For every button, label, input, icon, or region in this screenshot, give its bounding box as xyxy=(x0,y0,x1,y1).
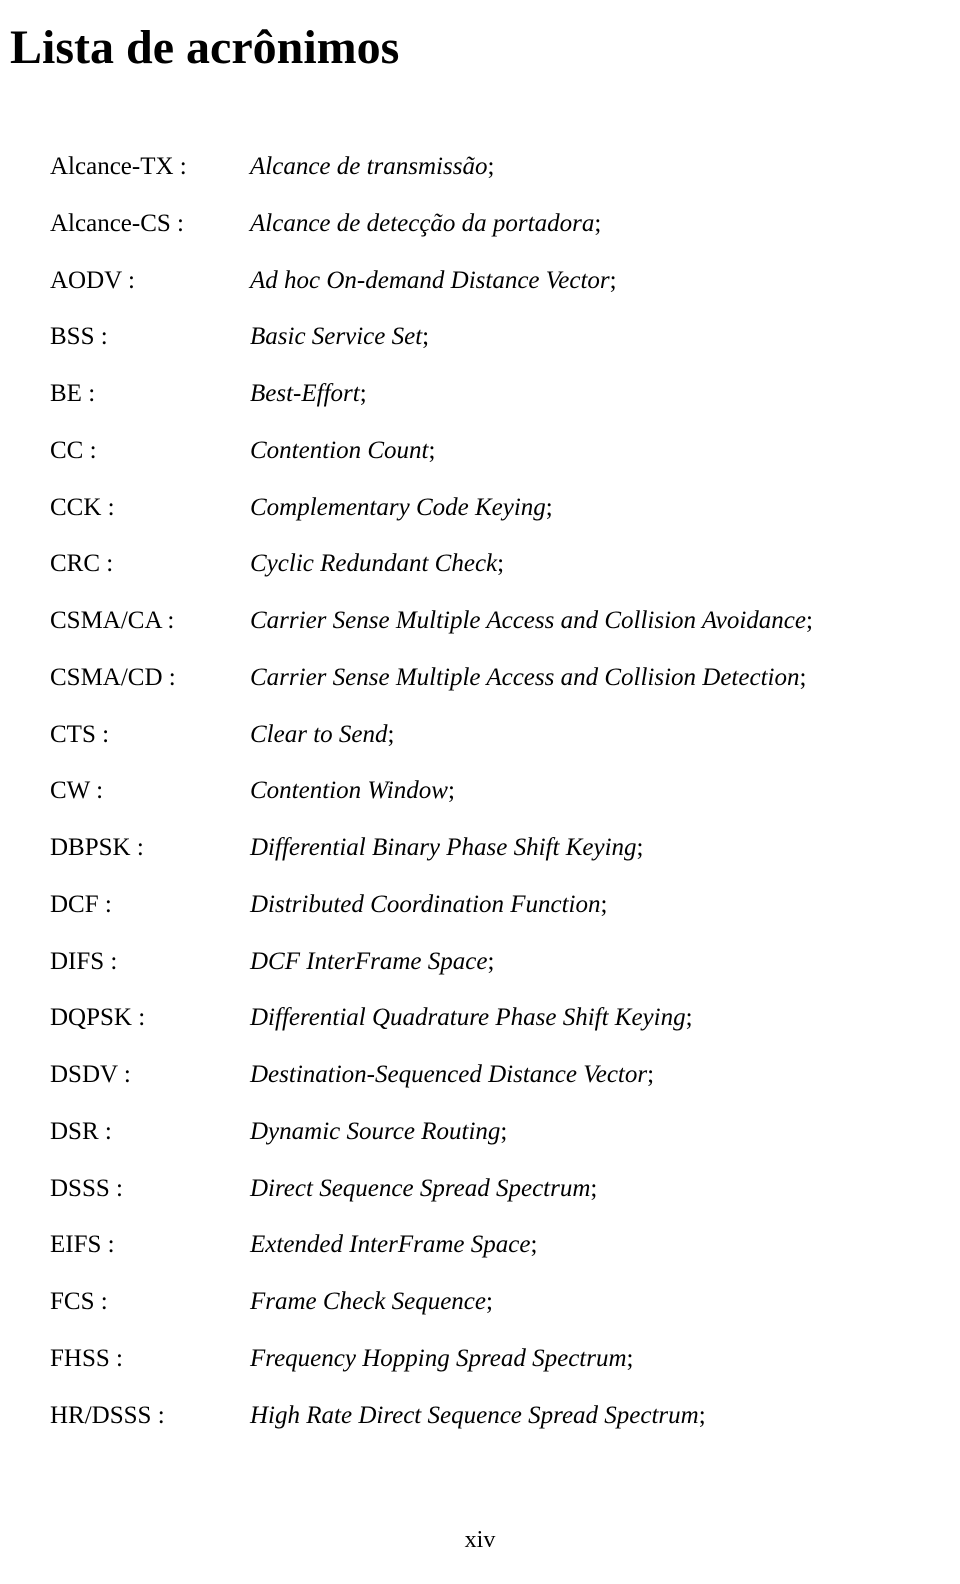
acronym-entry: HR/DSSS :High Rate Direct Sequence Sprea… xyxy=(50,1399,910,1433)
acronym-definition: Cyclic Redundant Check; xyxy=(250,547,504,581)
page-content: Lista de acrônimos Alcance-TX :Alcance d… xyxy=(0,0,960,1432)
acronym-term: DCF : xyxy=(50,888,250,922)
acronym-definition: Complementary Code Keying; xyxy=(250,491,553,525)
acronym-definition: Distributed Coordination Function; xyxy=(250,888,607,922)
acronym-term: AODV : xyxy=(50,264,250,298)
semicolon: ; xyxy=(590,1175,597,1202)
acronym-entry: CRC :Cyclic Redundant Check; xyxy=(50,547,910,581)
acronym-entry: DCF :Distributed Coordination Function; xyxy=(50,888,910,922)
acronym-term: CSMA/CA : xyxy=(50,604,250,638)
acronym-entry: DIFS :DCF InterFrame Space; xyxy=(50,945,910,979)
acronym-term: DQPSK : xyxy=(50,1001,250,1035)
acronym-term: CRC : xyxy=(50,547,250,581)
semicolon: ; xyxy=(422,323,429,350)
semicolon: ; xyxy=(610,267,617,294)
page-title: Lista de acrônimos xyxy=(10,20,910,75)
acronym-entry: FCS :Frame Check Sequence; xyxy=(50,1285,910,1319)
semicolon: ; xyxy=(594,210,601,237)
semicolon: ; xyxy=(799,664,806,691)
acronym-term: EIFS : xyxy=(50,1228,250,1262)
acronym-entry: CW :Contention Window; xyxy=(50,774,910,808)
acronym-definition: Ad hoc On-demand Distance Vector; xyxy=(250,264,617,298)
acronym-term: CCK : xyxy=(50,491,250,525)
acronym-term: DIFS : xyxy=(50,945,250,979)
acronym-term: DSR : xyxy=(50,1115,250,1149)
semicolon: ; xyxy=(497,550,504,577)
acronym-definition: Frame Check Sequence; xyxy=(250,1285,493,1319)
acronym-definition: Carrier Sense Multiple Access and Collis… xyxy=(250,661,806,695)
acronym-definition: Contention Count; xyxy=(250,434,435,468)
semicolon: ; xyxy=(428,437,435,464)
acronym-definition: Frequency Hopping Spread Spectrum; xyxy=(250,1342,633,1376)
acronym-entry: DSDV :Destination-Sequenced Distance Vec… xyxy=(50,1058,910,1092)
acronym-entry: CC :Contention Count; xyxy=(50,434,910,468)
semicolon: ; xyxy=(487,948,494,975)
acronym-term: BE : xyxy=(50,377,250,411)
acronym-term: DSDV : xyxy=(50,1058,250,1092)
semicolon: ; xyxy=(699,1402,706,1429)
acronym-definition: Direct Sequence Spread Spectrum; xyxy=(250,1172,597,1206)
acronym-term: CW : xyxy=(50,774,250,808)
semicolon: ; xyxy=(500,1118,507,1145)
acronym-entry: CCK :Complementary Code Keying; xyxy=(50,491,910,525)
semicolon: ; xyxy=(627,1345,634,1372)
acronym-term: FHSS : xyxy=(50,1342,250,1376)
acronym-term: FCS : xyxy=(50,1285,250,1319)
acronym-term: BSS : xyxy=(50,320,250,354)
semicolon: ; xyxy=(388,721,395,748)
acronym-entry: DSR :Dynamic Source Routing; xyxy=(50,1115,910,1149)
acronym-entry: Alcance-TX :Alcance de transmissão; xyxy=(50,150,910,184)
semicolon: ; xyxy=(546,494,553,521)
semicolon: ; xyxy=(360,380,367,407)
semicolon: ; xyxy=(448,777,455,804)
acronym-entry: EIFS :Extended InterFrame Space; xyxy=(50,1228,910,1262)
acronym-entry: DSSS :Direct Sequence Spread Spectrum; xyxy=(50,1172,910,1206)
acronym-definition: Alcance de detecção da portadora; xyxy=(250,207,601,241)
semicolon: ; xyxy=(647,1061,654,1088)
acronym-entry: CSMA/CD :Carrier Sense Multiple Access a… xyxy=(50,661,910,695)
semicolon: ; xyxy=(686,1004,693,1031)
semicolon: ; xyxy=(600,891,607,918)
acronym-term: HR/DSSS : xyxy=(50,1399,250,1433)
semicolon: ; xyxy=(487,153,494,180)
acronym-definition: Extended InterFrame Space; xyxy=(250,1228,537,1262)
semicolon: ; xyxy=(486,1288,493,1315)
acronym-entry: DQPSK :Differential Quadrature Phase Shi… xyxy=(50,1001,910,1035)
acronym-definition: Differential Binary Phase Shift Keying; xyxy=(250,831,643,865)
acronym-term: CTS : xyxy=(50,718,250,752)
semicolon: ; xyxy=(530,1231,537,1258)
acronym-entry: CSMA/CA :Carrier Sense Multiple Access a… xyxy=(50,604,910,638)
acronym-term: CC : xyxy=(50,434,250,468)
acronym-definition: Alcance de transmissão; xyxy=(250,150,494,184)
acronym-entry: Alcance-CS :Alcance de detecção da porta… xyxy=(50,207,910,241)
acronym-definition: Differential Quadrature Phase Shift Keyi… xyxy=(250,1001,693,1035)
acronym-entry: DBPSK :Differential Binary Phase Shift K… xyxy=(50,831,910,865)
semicolon: ; xyxy=(637,834,644,861)
acronym-definition: Destination-Sequenced Distance Vector; xyxy=(250,1058,654,1092)
acronym-definition: DCF InterFrame Space; xyxy=(250,945,494,979)
acronym-definition: Best-Effort; xyxy=(250,377,367,411)
acronym-entry: CTS :Clear to Send; xyxy=(50,718,910,752)
acronym-term: Alcance-CS : xyxy=(50,207,250,241)
acronym-definition: Dynamic Source Routing; xyxy=(250,1115,507,1149)
acronym-term: CSMA/CD : xyxy=(50,661,250,695)
acronym-definition: Contention Window; xyxy=(250,774,455,808)
page-number: xiv xyxy=(465,1527,496,1554)
acronym-entry: BSS :Basic Service Set; xyxy=(50,320,910,354)
acronym-term: Alcance-TX : xyxy=(50,150,250,184)
acronym-definition: Clear to Send; xyxy=(250,718,394,752)
acronym-entry: FHSS :Frequency Hopping Spread Spectrum; xyxy=(50,1342,910,1376)
acronym-entry: AODV :Ad hoc On-demand Distance Vector; xyxy=(50,264,910,298)
acronym-entry: BE :Best-Effort; xyxy=(50,377,910,411)
semicolon: ; xyxy=(806,607,813,634)
acronym-definition: Carrier Sense Multiple Access and Collis… xyxy=(250,604,813,638)
acronym-definition: High Rate Direct Sequence Spread Spectru… xyxy=(250,1399,706,1433)
acronym-term: DBPSK : xyxy=(50,831,250,865)
acronym-term: DSSS : xyxy=(50,1172,250,1206)
acronym-list: Alcance-TX :Alcance de transmissão;Alcan… xyxy=(50,150,910,1432)
acronym-definition: Basic Service Set; xyxy=(250,320,429,354)
